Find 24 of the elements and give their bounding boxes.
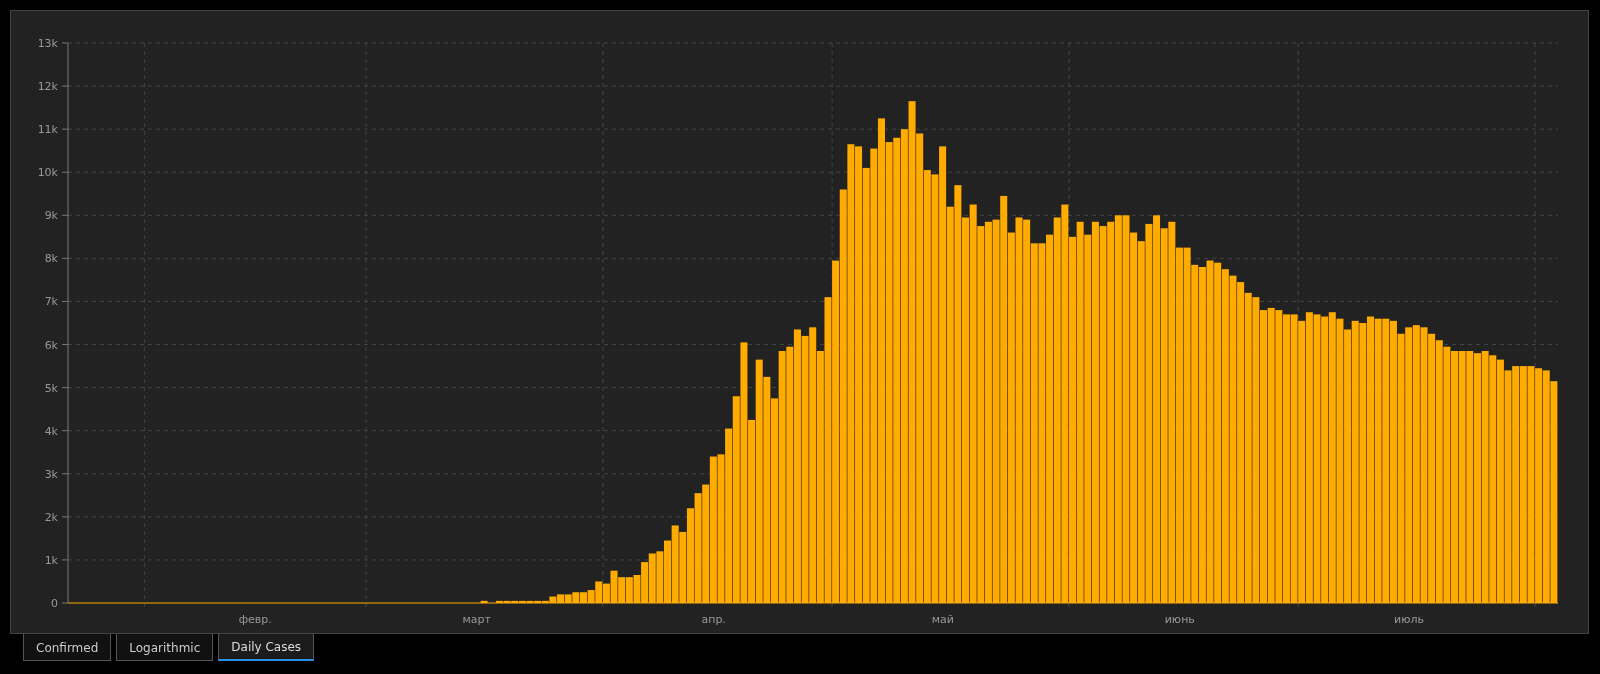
bar bbox=[480, 600, 488, 603]
y-tick-label: 11k bbox=[37, 123, 58, 137]
tab[interactable]: Logarithmic bbox=[116, 634, 214, 661]
y-tick-label: 2k bbox=[44, 510, 58, 524]
y-tick-label: 12k bbox=[37, 80, 58, 94]
y-tick-label: 9k bbox=[44, 209, 58, 223]
y-tick-label: 8k bbox=[44, 252, 58, 266]
y-tick-label: 4k bbox=[44, 424, 58, 438]
y-tick-label: 1k bbox=[44, 553, 58, 567]
y-tick-label: 3k bbox=[44, 467, 58, 481]
x-tick-label: февр. bbox=[238, 613, 272, 626]
y-tick-label: 5k bbox=[44, 381, 58, 395]
tab[interactable]: Confirmed bbox=[23, 634, 112, 661]
y-tick-label: 6k bbox=[44, 338, 58, 352]
y-tick-label: 10k bbox=[37, 166, 58, 180]
y-tick-label: 7k bbox=[44, 295, 58, 309]
tab[interactable]: Daily Cases bbox=[218, 634, 315, 661]
x-tick-label: июль bbox=[1394, 613, 1424, 626]
x-tick-label: май bbox=[931, 613, 954, 626]
x-tick-label: апр. bbox=[701, 613, 726, 626]
y-tick-label: 13k bbox=[37, 37, 58, 50]
y-tick-label: 0 bbox=[51, 597, 58, 610]
x-tick-label: март bbox=[462, 613, 491, 626]
x-tick-label: июнь bbox=[1164, 613, 1195, 626]
